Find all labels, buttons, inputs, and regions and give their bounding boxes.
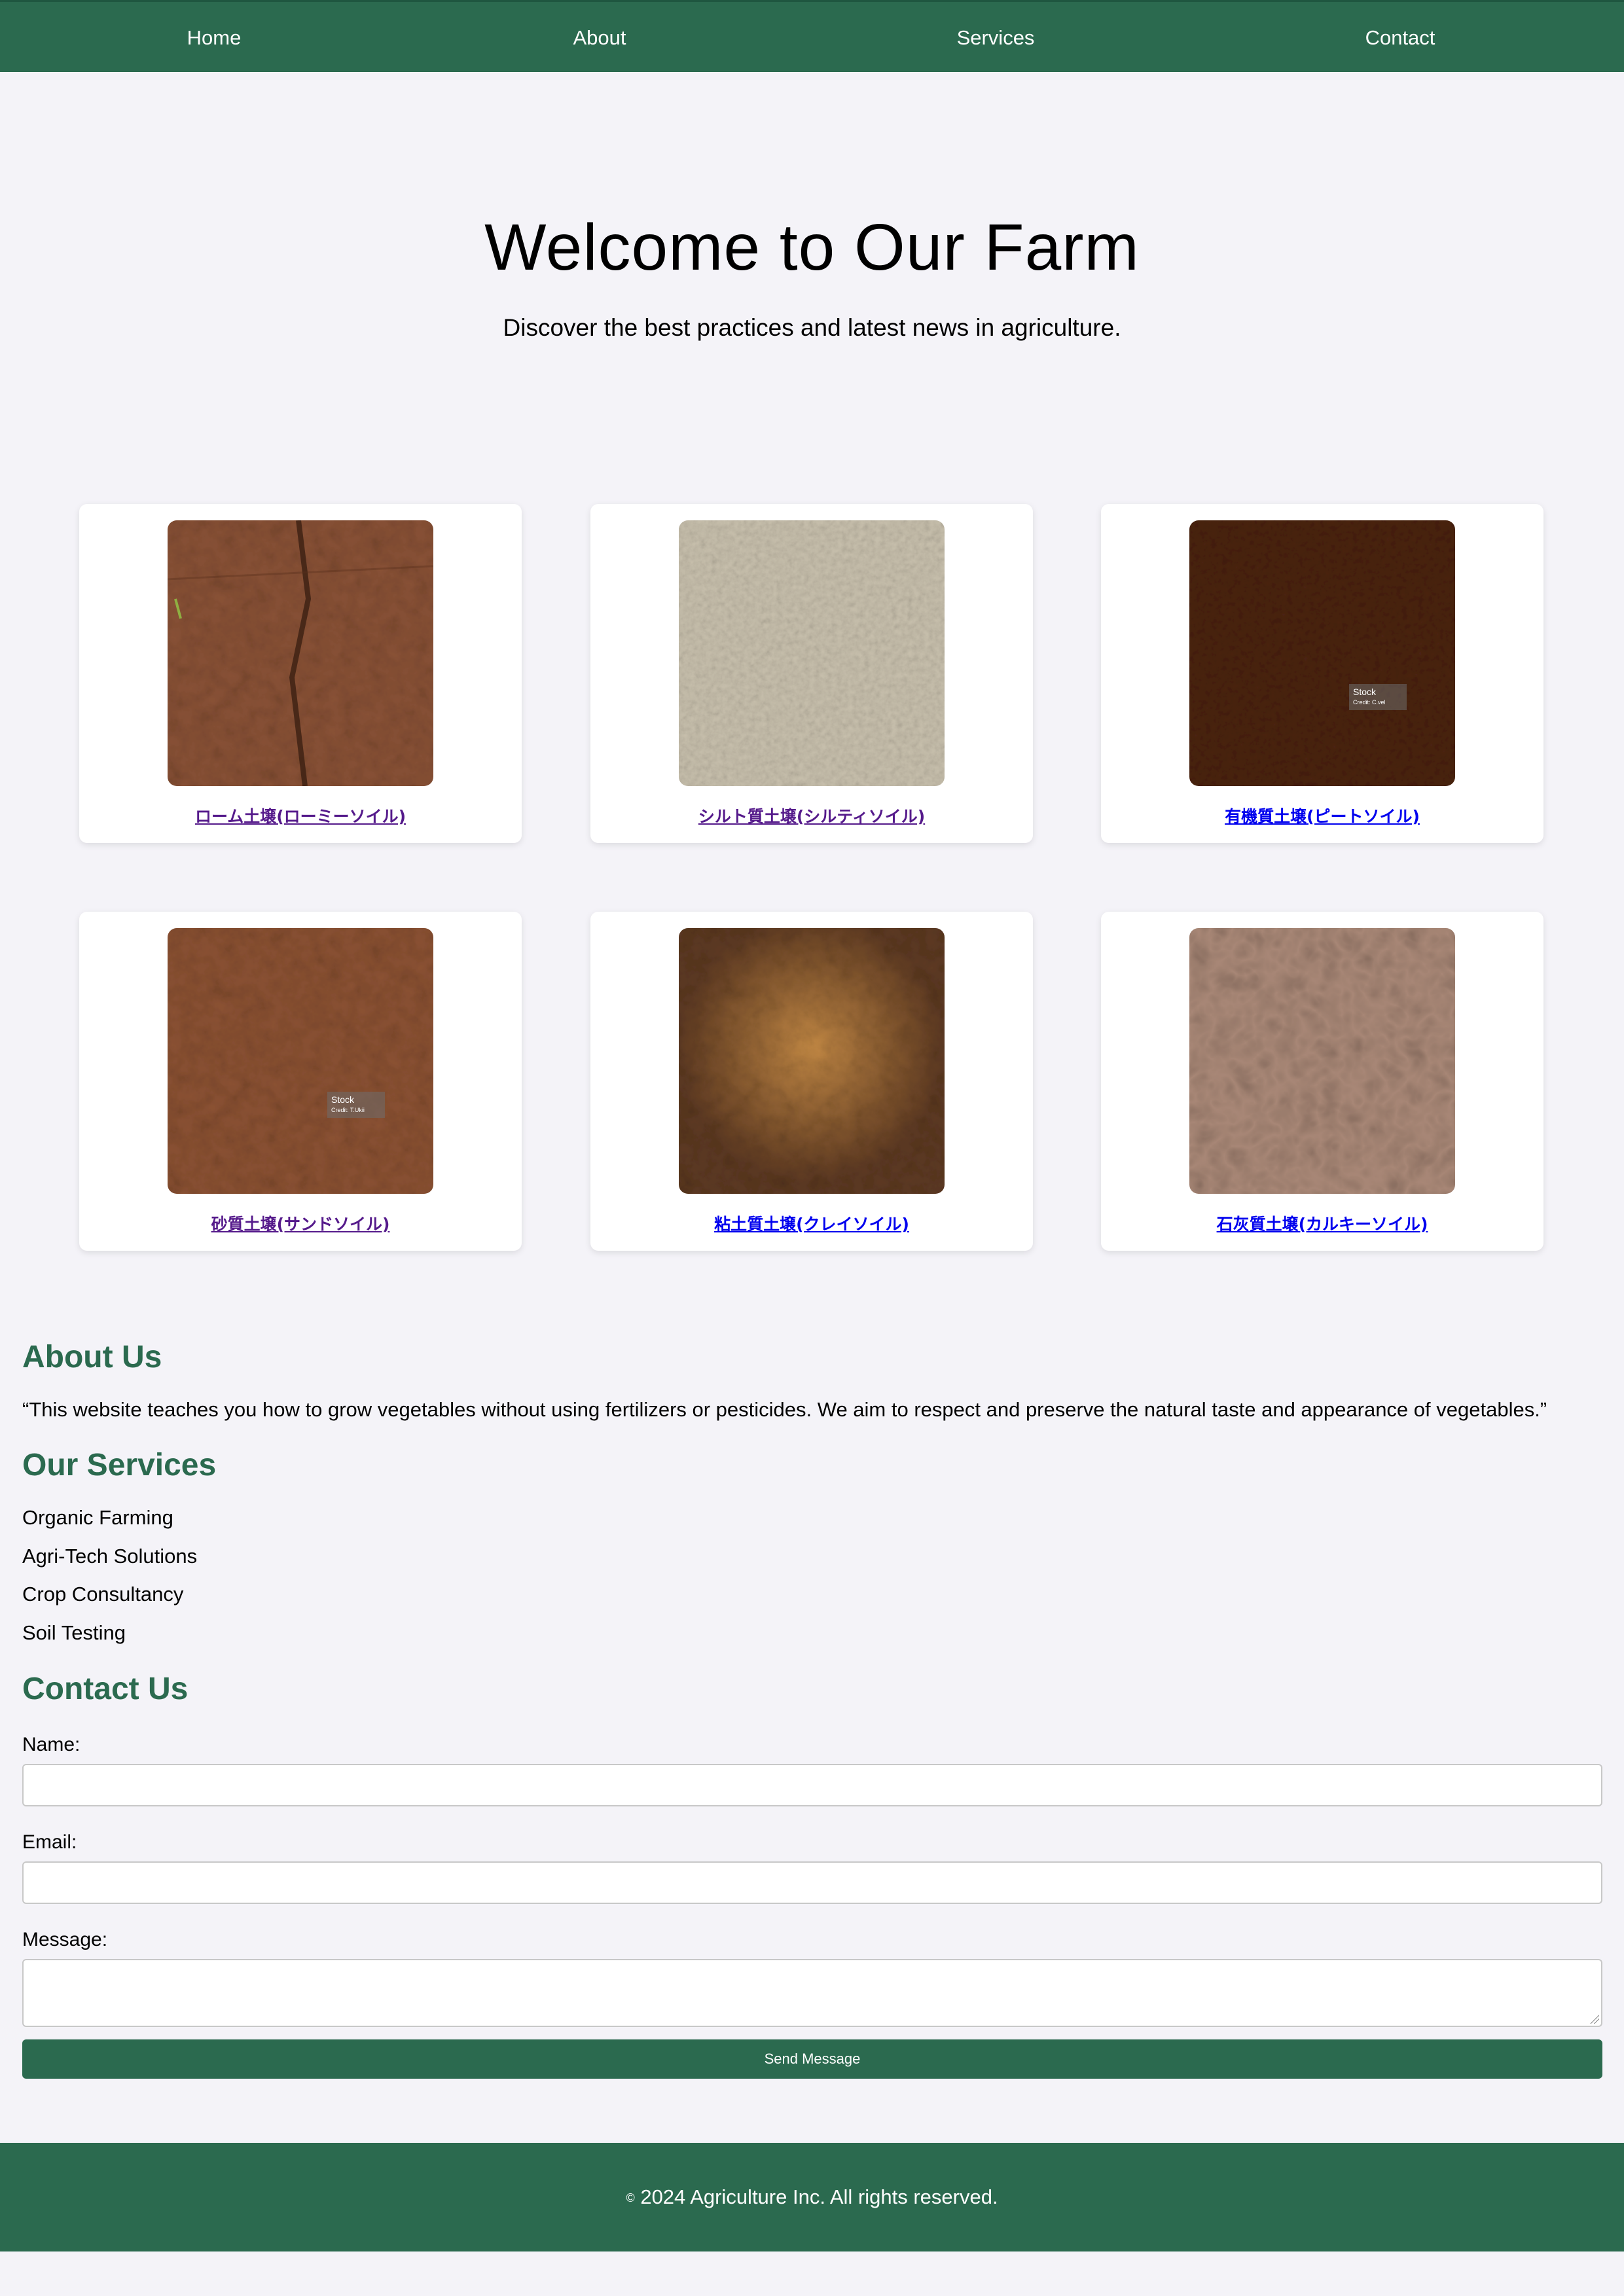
footer-copyright: © 2024 Agriculture Inc. All rights reser… (0, 2143, 1624, 2251)
email-field[interactable] (22, 1861, 1602, 1904)
about-heading: About Us (22, 1340, 162, 1374)
soil-card-peat: Stock Credit: C.vel 有機質土壌(ピートソイル) (1101, 504, 1543, 843)
stock-watermark-credit: Credit: T.Ukii (331, 1107, 365, 1113)
message-field[interactable] (22, 1959, 1602, 2027)
service-item: Crop Consultancy (22, 1583, 184, 1605)
services-heading: Our Services (22, 1448, 217, 1482)
send-message-button[interactable]: Send Message (22, 2039, 1602, 2079)
name-field[interactable] (22, 1764, 1602, 1806)
clay-soil-image (679, 928, 945, 1194)
soil-card-silty: シルト質土壌(シルティソイル) (590, 504, 1033, 843)
loamy-soil-image (168, 520, 433, 786)
peat-soil-image: Stock Credit: C.vel (1189, 520, 1455, 786)
contact-heading: Contact Us (22, 1672, 189, 1706)
soil-link-silty[interactable]: シルト質土壌(シルティソイル) (590, 806, 1033, 827)
service-item: Organic Farming (22, 1506, 173, 1529)
service-item: Soil Testing (22, 1621, 126, 1644)
nav-services-link[interactable]: Services (957, 2, 1035, 74)
hero-subtitle: Discover the best practices and latest n… (503, 314, 1121, 341)
soil-card-sandy: Stock Credit: T.Ukii 砂質土壌(サンドソイル) (79, 912, 522, 1251)
top-nav: Home About Services Contact (0, 0, 1624, 72)
soil-link-sandy[interactable]: 砂質土壌(サンドソイル) (79, 1214, 522, 1235)
soil-card-clay: 粘土質土壌(クレイソイル) (590, 912, 1033, 1251)
stock-watermark-title: Stock (1353, 687, 1377, 697)
resize-handle-icon[interactable] (1590, 2015, 1599, 2024)
soil-card-chalky: 石灰質土壌(カルキーソイル) (1101, 912, 1543, 1251)
nav-about-link[interactable]: About (573, 2, 626, 74)
stock-watermark-credit: Credit: C.vel (1353, 699, 1386, 706)
sandy-soil-image: Stock Credit: T.Ukii (168, 928, 433, 1194)
soil-link-peat[interactable]: 有機質土壌(ピートソイル) (1101, 806, 1543, 827)
name-label: Name: (22, 1734, 81, 1755)
stock-watermark: Stock Credit: T.Ukii (327, 1092, 385, 1118)
silty-soil-image (679, 520, 945, 786)
email-label: Email: (22, 1831, 77, 1853)
stock-watermark-title: Stock (331, 1094, 355, 1105)
nav-contact-link[interactable]: Contact (1365, 2, 1435, 74)
stock-watermark: Stock Credit: C.vel (1349, 684, 1407, 710)
copyright-symbol: © (626, 2191, 635, 2204)
about-text: “This website teaches you how to grow ve… (22, 1398, 1547, 1421)
service-item: Agri-Tech Solutions (22, 1545, 198, 1568)
hero-title: Welcome to Our Farm (484, 211, 1140, 284)
soil-card-loamy: ローム土壌(ローミーソイル) (79, 504, 522, 843)
footer-text: 2024 Agriculture Inc. All rights reserve… (640, 2185, 998, 2208)
soil-link-loamy[interactable]: ローム土壌(ローミーソイル) (79, 806, 522, 827)
soil-link-clay[interactable]: 粘土質土壌(クレイソイル) (590, 1214, 1033, 1235)
chalky-soil-image (1189, 928, 1455, 1194)
message-label: Message: (22, 1929, 108, 1950)
nav-home-link[interactable]: Home (187, 2, 242, 74)
soil-link-chalky[interactable]: 石灰質土壌(カルキーソイル) (1101, 1214, 1543, 1235)
footer: © 2024 Agriculture Inc. All rights reser… (0, 2143, 1624, 2251)
